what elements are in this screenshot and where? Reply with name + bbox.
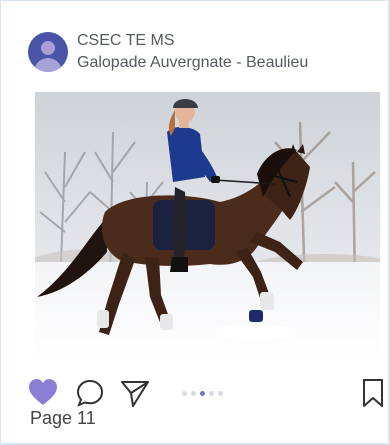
post-image[interactable] bbox=[35, 92, 380, 362]
carousel-dot[interactable] bbox=[218, 391, 223, 396]
heart-icon[interactable] bbox=[28, 378, 58, 408]
carousel-dot[interactable] bbox=[191, 391, 196, 396]
page-label: Page 11 bbox=[30, 408, 96, 428]
author-block: CSEC TE MS Galopade Auvergnate - Beaulie… bbox=[77, 30, 308, 74]
bookmark-icon[interactable] bbox=[358, 378, 388, 408]
carousel-dot-active[interactable] bbox=[200, 391, 205, 396]
carousel-dot[interactable] bbox=[209, 391, 214, 396]
carousel-dot[interactable] bbox=[182, 391, 187, 396]
avatar[interactable] bbox=[28, 32, 68, 72]
post-subtitle: Galopade Auvergnate - Beaulieu bbox=[77, 54, 309, 71]
comment-icon[interactable] bbox=[75, 378, 105, 408]
author-name[interactable]: CSEC TE MS bbox=[77, 30, 308, 52]
avatar-body-shape bbox=[34, 58, 62, 72]
carousel-indicator bbox=[182, 391, 223, 396]
post-card: CSEC TE MS Galopade Auvergnate - Beaulie… bbox=[0, 0, 389, 444]
send-icon[interactable] bbox=[120, 378, 150, 408]
post-header: CSEC TE MS Galopade Auvergnate - Beaulie… bbox=[28, 28, 378, 76]
avatar-head-shape bbox=[41, 41, 55, 55]
